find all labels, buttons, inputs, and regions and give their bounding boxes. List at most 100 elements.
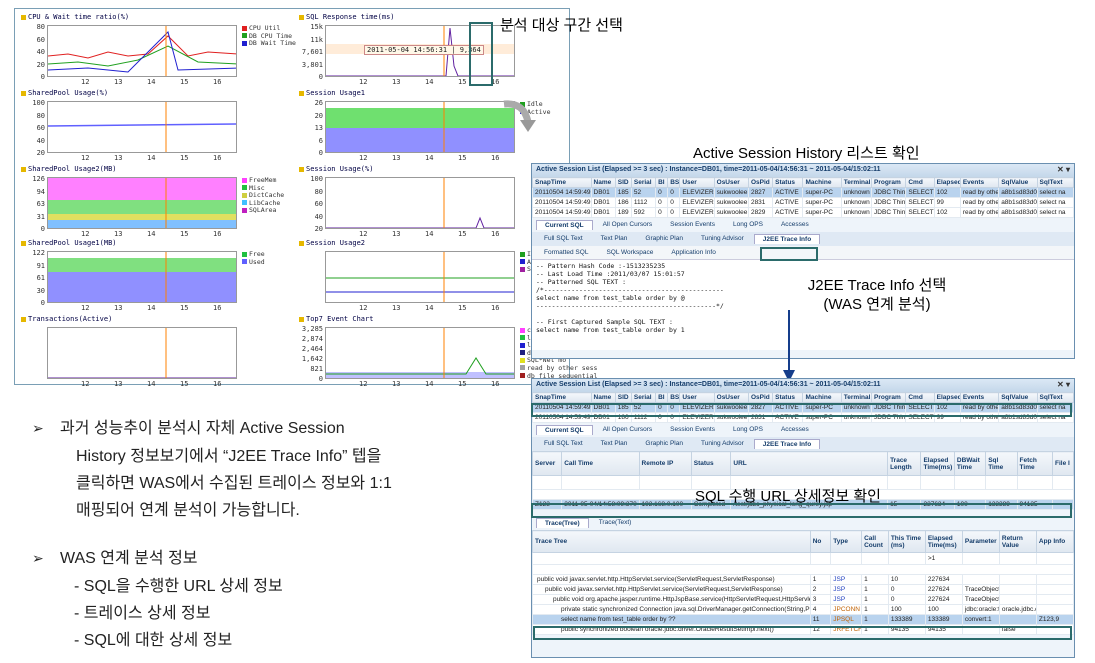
column-header[interactable]: Cmd	[905, 392, 935, 403]
column-header[interactable]: Events	[959, 177, 1000, 188]
column-header[interactable]: Elapsed Time(ms)	[920, 451, 955, 476]
column-header[interactable]: Remote IP	[638, 451, 692, 476]
table-row[interactable]: 20110504 14:59:49 DB01 189 592 0 0 ELEVIZER suk…	[532, 207, 1074, 218]
column-header[interactable]: Return Value	[998, 530, 1037, 553]
filter-cell[interactable]	[887, 552, 926, 565]
filter-cell[interactable]	[953, 475, 987, 490]
column-header[interactable]: This Time (ms)	[887, 530, 926, 553]
column-header[interactable]: SnapTime	[532, 392, 592, 403]
filter-cell[interactable]	[920, 475, 955, 490]
column-header[interactable]: Status	[772, 177, 804, 188]
plot-area[interactable]	[325, 251, 515, 303]
range-selection-box[interactable]	[469, 22, 493, 86]
j2ee-tab-highlight[interactable]	[760, 247, 818, 261]
tree-row[interactable]: public void org.apache.jasper.runtime.Ht…	[532, 594, 1074, 605]
tab[interactable]: J2EE Trace Info	[753, 234, 821, 244]
column-header[interactable]: Call Time	[561, 451, 640, 476]
column-header[interactable]: OsUser	[713, 177, 749, 188]
table-row[interactable]: 20110504 14:59:49 DB01 186 1112 0 0 ELEVIZER su…	[532, 197, 1074, 208]
plot-area[interactable]	[325, 327, 515, 379]
column-header[interactable]: URL	[730, 451, 889, 476]
column-header[interactable]: Sql Time	[985, 451, 1018, 476]
tab[interactable]: Session Events	[662, 220, 723, 230]
column-header[interactable]: Name	[590, 177, 616, 188]
tree-row[interactable]: select name from test_table order by ?? 1…	[532, 614, 1074, 625]
tab[interactable]: Current SQL	[536, 220, 593, 230]
column-header[interactable]: OsPid	[747, 392, 774, 403]
column-header[interactable]: Fetch Time	[1016, 451, 1054, 476]
plot-area[interactable]	[47, 25, 237, 77]
column-header[interactable]: Parameter	[961, 530, 1000, 553]
filter-cell[interactable]	[1052, 475, 1074, 490]
column-header[interactable]: Status	[690, 451, 732, 476]
tab[interactable]: Long OPS	[725, 220, 771, 230]
column-header[interactable]: Serial	[630, 392, 657, 403]
column-header[interactable]: App Info	[1035, 530, 1074, 553]
filter-cell[interactable]	[861, 552, 889, 565]
column-header[interactable]: BS	[667, 177, 681, 188]
filter-cell[interactable]	[830, 552, 863, 565]
filter-cell[interactable]	[1035, 552, 1074, 565]
column-header[interactable]: Name	[590, 392, 616, 403]
filter-cell[interactable]	[887, 475, 922, 490]
column-header[interactable]: OsPid	[747, 177, 774, 188]
column-header[interactable]: BI	[655, 177, 669, 188]
column-header[interactable]: User	[679, 177, 715, 188]
column-header[interactable]: Call Count	[861, 530, 889, 553]
tree-row[interactable]: public void javax.servlet.http.HttpServl…	[532, 574, 1074, 585]
tab[interactable]: Tuning Advisor	[693, 234, 752, 244]
tab[interactable]: Accesses	[773, 425, 817, 435]
tree-row[interactable]: public void javax.servlet.http.HttpServl…	[532, 584, 1074, 595]
column-header[interactable]: Machine	[802, 392, 842, 403]
tab[interactable]: All Open Cursors	[595, 425, 661, 435]
filter-cell[interactable]	[532, 552, 811, 565]
table-row[interactable]: 20110504 14:59:49 DB01 185 52 0 0 ELEVIZER sukw…	[532, 187, 1074, 198]
tab[interactable]: Accesses	[773, 220, 817, 230]
column-header[interactable]: File I	[1052, 451, 1074, 476]
column-header[interactable]: Elapsed	[933, 392, 961, 403]
column-header[interactable]: Machine	[802, 177, 842, 188]
column-header[interactable]: SID	[614, 177, 632, 188]
column-header[interactable]: No	[809, 530, 832, 553]
tab[interactable]: Formatted SQL	[536, 248, 596, 257]
tab[interactable]: Full SQL Text	[536, 439, 591, 449]
tab[interactable]: Application Info	[663, 248, 723, 257]
column-header[interactable]: Elapsed Time(ms)	[924, 530, 963, 553]
tab[interactable]: Full SQL Text	[536, 234, 591, 244]
tab[interactable]: Long OPS	[725, 425, 771, 435]
column-header[interactable]: Trace Length	[887, 451, 922, 476]
tab[interactable]: Trace(Text)	[591, 518, 640, 528]
column-header[interactable]: SqlValue	[998, 392, 1038, 403]
plot-area[interactable]	[47, 177, 237, 229]
column-header[interactable]: Serial	[630, 177, 657, 188]
column-header[interactable]: Server	[532, 451, 563, 476]
plot-area[interactable]	[325, 177, 515, 229]
filter-cell[interactable]	[998, 552, 1037, 565]
filter-cell[interactable]	[985, 475, 1018, 490]
plot-area[interactable]	[325, 101, 515, 153]
column-header[interactable]: SID	[614, 392, 632, 403]
plot-area[interactable]	[47, 327, 237, 379]
tab[interactable]: Graphic Plan	[637, 439, 691, 449]
tab[interactable]: Graphic Plan	[637, 234, 691, 244]
column-header[interactable]: Trace Tree	[532, 530, 811, 553]
column-header[interactable]: OsUser	[713, 392, 749, 403]
column-header[interactable]: Elapsed	[933, 177, 961, 188]
filter-cell[interactable]	[638, 475, 692, 490]
column-header[interactable]: SqlValue	[998, 177, 1038, 188]
column-header[interactable]: SnapTime	[532, 177, 592, 188]
filter-cell[interactable]	[561, 475, 640, 490]
filter-cell[interactable]	[532, 475, 563, 490]
tree-row[interactable]: private static synchronized Connection j…	[532, 604, 1074, 615]
filter-cell[interactable]	[1016, 475, 1054, 490]
column-header[interactable]: SqlText	[1036, 177, 1074, 188]
column-header[interactable]: User	[679, 392, 715, 403]
column-header[interactable]: SqlText	[1036, 392, 1074, 403]
column-header[interactable]: Cmd	[905, 177, 935, 188]
tab[interactable]: J2EE Trace Info	[753, 439, 821, 449]
column-header[interactable]: Events	[959, 392, 1000, 403]
column-header[interactable]: Terminal	[840, 177, 873, 188]
column-header[interactable]: Program	[871, 392, 907, 403]
tab[interactable]: Text Plan	[593, 439, 636, 449]
filter-cell[interactable]	[961, 552, 1000, 565]
